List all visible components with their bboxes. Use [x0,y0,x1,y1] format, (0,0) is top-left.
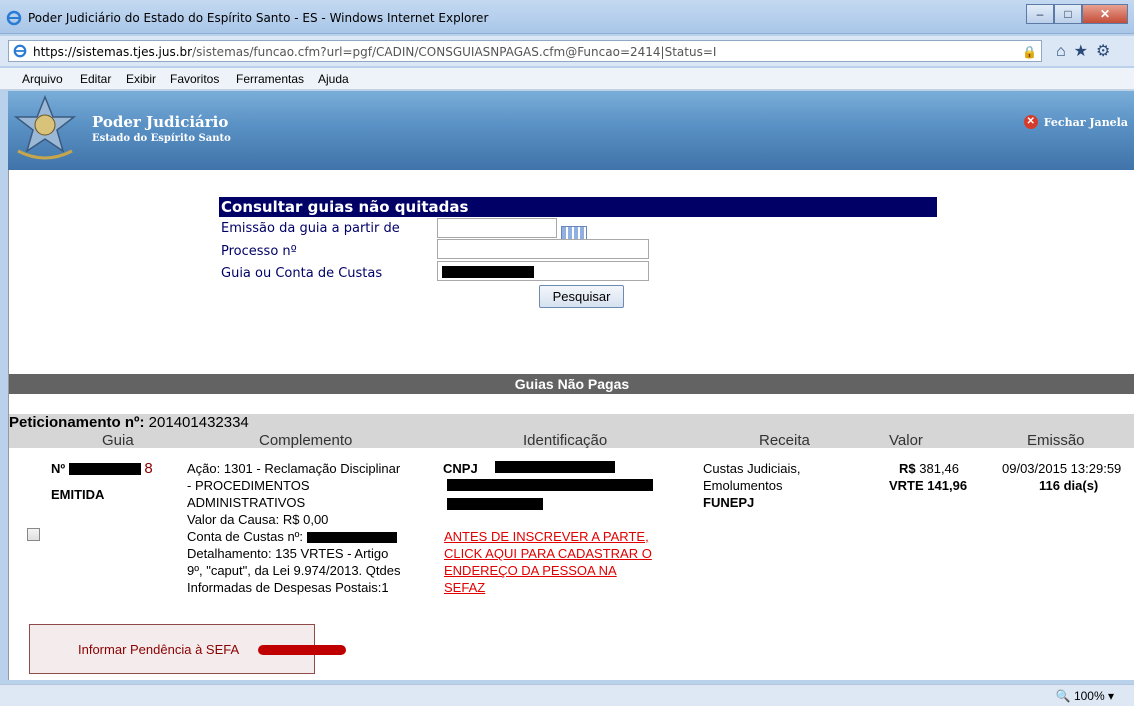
guia-status: EMITIDA [51,487,105,502]
conta-custas-label: Conta de Custas nº: [187,529,304,544]
peticionamento: Peticionamento nº: 201401432334 [9,414,249,431]
close-window-button[interactable]: ✕ [1082,4,1128,24]
guia-select-checkbox[interactable] [27,528,40,541]
complemento-line: Valor da Causa: R$ 0,00 [187,512,329,527]
window-titlebar: Poder Judiciário do Estado do Espírito S… [0,0,1134,34]
banner-title: Poder Judiciário [92,113,229,131]
complemento-line: Detalhamento: 135 VRTES - Artigo [187,546,389,561]
valor-cell: R$ 381,46 [899,460,959,477]
lock-icon[interactable]: 🔒 [1022,45,1037,59]
receita-line: Emolumentos [703,478,783,493]
emissao-date-input[interactable] [437,218,557,238]
form-header: Consultar guias não quitadas [219,197,937,217]
redacted-mark [258,645,346,655]
label-emissao: Emissão da guia a partir de [221,221,400,236]
informar-pendencia-button[interactable]: Informar Pendência à SEFA [29,624,346,674]
label-processo: Processo nº [221,244,297,259]
home-icon[interactable]: ⌂ [1056,43,1074,60]
col-complemento: Complemento [259,432,353,449]
col-guia: Guia [102,432,134,449]
internet-explorer-icon [6,10,22,26]
fechar-janela-label: Fechar Janela [1043,115,1128,129]
valor-amount: 381,46 [919,461,960,476]
conta-custas-line: Conta de Custas nº: [187,528,452,545]
menu-exibir[interactable]: Exibir [126,72,156,86]
minimize-button[interactable]: – [1026,4,1054,24]
emissao-dias: 116 dia(s) [1039,478,1099,493]
guia-prefix: Nº [51,461,66,476]
col-emissao: Emissão [1027,432,1085,449]
tools-gear-icon[interactable]: ⚙ [1096,43,1118,60]
guia-suffix: 8 [144,460,153,477]
status-bar: 🔍 100% ▾ [0,684,1134,706]
close-circle-icon: ✕ [1023,115,1038,129]
complemento-cell: Ação: 1301 - Reclamação Disciplinar - PR… [187,460,452,596]
complemento-line: 9º, "caput", da Lei 9.974/2013. Qtdes [187,563,401,578]
zoom-control[interactable]: 🔍 100% ▾ [1056,689,1114,703]
col-identificacao: Identificação [523,432,608,449]
banner-subtitle: Estado do Espírito Santo [92,133,231,144]
menu-ferramentas[interactable]: Ferramentas [236,72,304,86]
complemento-line: - PROCEDIMENTOS [187,478,310,493]
main-content: Consultar guias não quitadas Emissão da … [8,170,1134,680]
link-line[interactable]: SEFAZ [444,579,709,596]
site-banner: Poder Judiciário Estado do Espírito Sant… [8,91,1134,170]
zoom-level: 100% [1073,689,1105,703]
receita-line: Custas Judiciais, [703,461,801,476]
zoom-icon: 🔍 [1055,689,1071,703]
address-bar: https://sistemas.tjes.jus.br/sistemas/fu… [0,36,1134,66]
guia-conta-input[interactable] [437,261,649,281]
url-field[interactable]: https://sistemas.tjes.jus.br/sistemas/fu… [8,40,1042,62]
valor-vrte: VRTE 141,96 [889,478,968,493]
guias-nao-pagas-header: Guias Não Pagas [9,374,1134,394]
menu-ajuda[interactable]: Ajuda [318,72,349,86]
window-title: Poder Judiciário do Estado do Espírito S… [28,11,489,25]
peticionamento-value: 201401432334 [148,414,249,431]
receita-cell: Custas Judiciais, Emolumentos FUNEPJ [703,460,801,511]
complemento-line: Informadas de Despesas Postais:1 [187,580,389,595]
favorites-star-icon[interactable]: ★ [1074,43,1096,60]
menu-favoritos[interactable]: Favoritos [170,72,219,86]
link-line[interactable]: CLICK AQUI PARA CADASTRAR O [444,545,709,562]
cadastrar-endereco-link[interactable]: ANTES DE INSCREVER A PARTE, CLICK AQUI P… [444,528,709,596]
link-line[interactable]: ENDEREÇO DA PESSOA NA [444,562,709,579]
redacted-conta [306,532,397,543]
redacted-value [442,266,534,278]
redacted-name [447,479,653,491]
menu-bar: Arquivo Editar Exibir Favoritos Ferramen… [0,68,1134,90]
menu-arquivo[interactable]: Arquivo [22,72,63,86]
ident-cnpj: CNPJ [443,460,478,477]
pesquisar-button[interactable]: Pesquisar [539,285,624,308]
col-valor: Valor [889,432,923,449]
guia-number: Nº 8 [51,460,191,477]
link-line[interactable]: ANTES DE INSCREVER A PARTE, [444,528,709,545]
complemento-line: ADMINISTRATIVOS [187,495,306,510]
processo-input[interactable] [437,239,649,259]
state-coat-of-arms-logo [13,94,77,160]
label-guia: Guia ou Conta de Custas [221,266,383,281]
fechar-janela-link[interactable]: ✕ Fechar Janela [1023,115,1128,129]
emissao-datetime: 09/03/2015 13:29:59 [1002,461,1122,476]
informar-pendencia-label: Informar Pendência à SEFA [78,642,240,657]
redacted-guia [68,463,141,475]
url-text: https://sistemas.tjes.jus.br/sistemas/fu… [33,45,716,59]
url-host: https://sistemas.tjes.jus.br [33,45,193,59]
col-receita: Receita [759,432,810,449]
receita-funepj: FUNEPJ [703,495,755,510]
menu-editar[interactable]: Editar [80,72,111,86]
url-path: /sistemas/funcao.cfm?url=pgf/CADIN/CONSG… [192,45,717,59]
redacted-address [447,498,543,510]
cnpj-label: CNPJ [443,461,478,476]
redacted-cnpj [495,461,615,473]
complemento-line: Ação: 1301 - Reclamação Disciplinar [187,461,401,476]
peticionamento-label: Peticionamento nº: [9,414,145,431]
peticionamento-row: Peticionamento nº: 201401432334 Guia Com… [9,414,1134,449]
page-icon [13,44,27,58]
valor-currency: R$ [899,461,916,476]
maximize-button[interactable]: □ [1054,4,1082,24]
